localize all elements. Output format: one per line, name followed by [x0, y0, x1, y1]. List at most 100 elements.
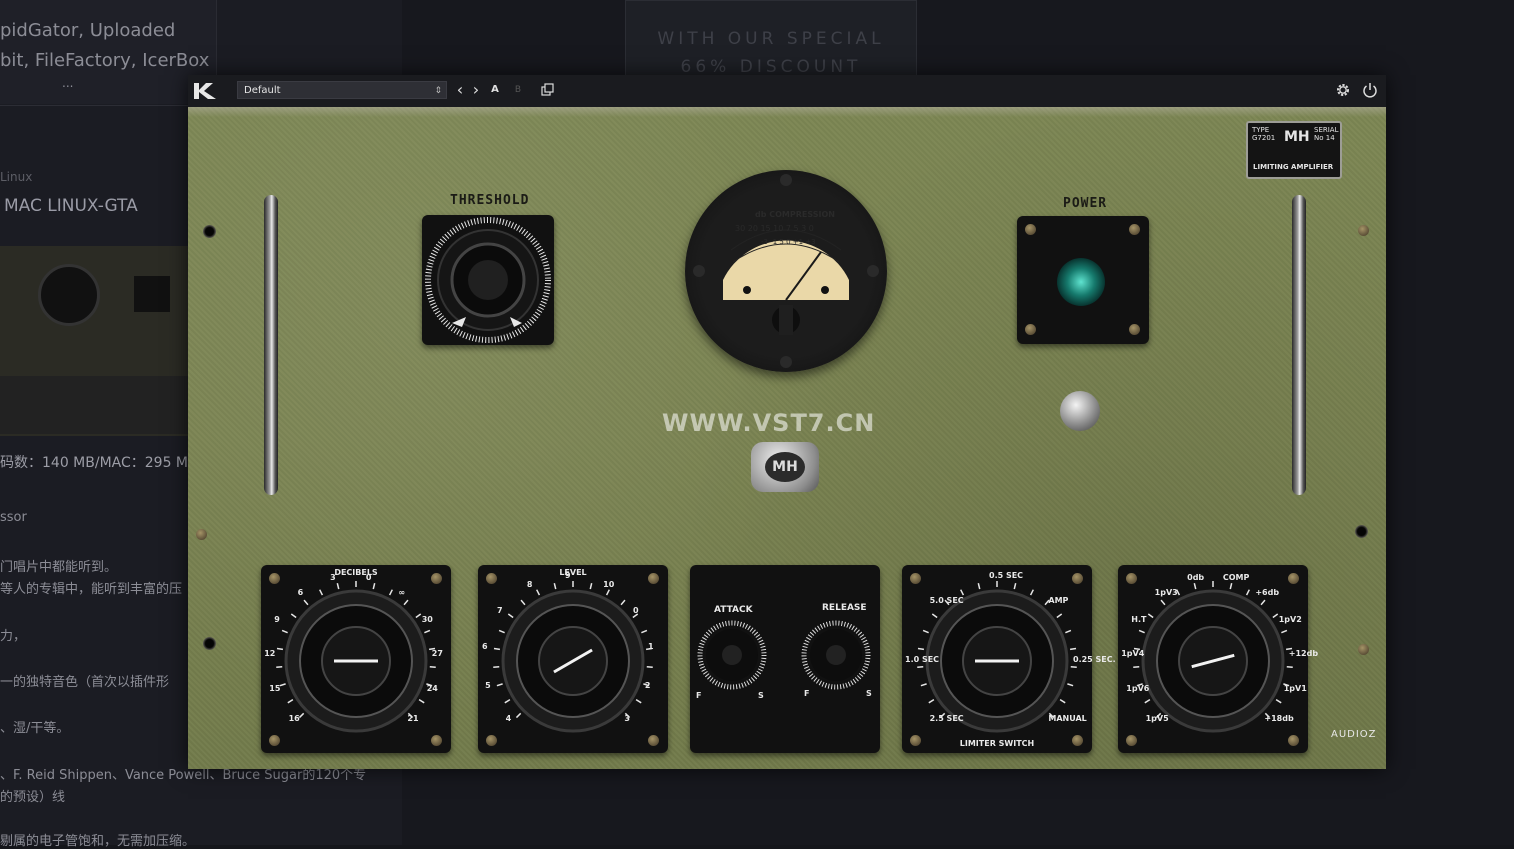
decibels-knob[interactable]: [261, 565, 451, 753]
ab-slot-b-button[interactable]: B: [512, 81, 524, 99]
screw: [1288, 573, 1299, 584]
screw: [431, 735, 442, 746]
rack-hole: [1355, 525, 1368, 538]
level-knob-plate: 456789100123LEVEL: [478, 565, 668, 753]
level-knob-scale-label: 8: [527, 580, 533, 589]
decibels-knob-scale-label: 6: [298, 588, 304, 597]
ab-slot-a-button[interactable]: A: [489, 81, 501, 99]
tone-selector-knob-scale-label: 1pV4: [1121, 649, 1144, 658]
screw: [1025, 324, 1036, 335]
copy-icon[interactable]: [541, 81, 555, 99]
kush-logo-icon: [192, 81, 218, 101]
screw: [648, 735, 659, 746]
limiter-switch-plate: 2.5 SEC1.0 SEC5.0 SEC0.5 SECAMP0.25 SEC.…: [902, 565, 1092, 753]
plate-title: LIMITING AMPLIFIER: [1253, 163, 1333, 171]
right-rack-handle: [1292, 195, 1306, 495]
attack-label: ATTACK: [714, 605, 753, 615]
limiter-switch-knob-scale-label: 5.0 SEC: [930, 596, 964, 605]
limiter-switch-knob-scale-label: 0.25 SEC.: [1073, 655, 1116, 664]
tone-selector-knob-scale-label: +6db: [1255, 588, 1279, 597]
tone-selector-knob-scale-label: 1pV5: [1146, 714, 1169, 723]
watermark-text: WWW.VST7.CN: [662, 409, 875, 437]
plate-serial-label: SERIAL: [1314, 126, 1338, 134]
tone-selector-knob[interactable]: [1118, 565, 1308, 753]
vu-meter: db COMPRESSION 30 20 15 10 7 5 3 0 -3 -1…: [685, 170, 887, 372]
bg-text-cn1: 门唱片中都能听到。: [0, 556, 117, 575]
decibels-knob-scale-label: 30: [422, 615, 433, 624]
limiter-switch-knob-scale-label: AMP: [1048, 596, 1068, 605]
thumb-knobs-strip: [0, 376, 188, 434]
decibels-knob-scale-label: 27: [432, 649, 443, 658]
preset-selector[interactable]: Default ⇕: [237, 81, 447, 99]
tone-selector-knob-scale-label: COMP: [1223, 573, 1250, 582]
level-knob-scale-label: 2: [645, 681, 651, 690]
level-knob-scale-label: 1: [648, 642, 654, 651]
bg-text-hosts-1: pidGator, Uploaded: [0, 20, 175, 41]
banner-line-1: WITH OUR SPECIAL: [626, 25, 916, 53]
limiter-switch-knob-scale-label: MANUAL: [1048, 714, 1086, 723]
level-knob-scale-label: 0: [633, 606, 639, 615]
rack-hole: [203, 637, 216, 650]
limiter-switch-knob-scale-label: 1.0 SEC: [905, 655, 939, 664]
level-knob-scale-label: 4: [506, 714, 512, 723]
decibels-knob-scale-label: 24: [427, 684, 438, 693]
bg-os-title[interactable]: MAC LINUX-GTA: [4, 196, 138, 216]
plate-type-value: G7201: [1252, 134, 1275, 142]
decibels-knob-scale-label: 21: [407, 714, 418, 723]
gear-icon[interactable]: [1334, 81, 1352, 99]
level-knob[interactable]: [478, 565, 668, 753]
discount-banner[interactable]: WITH OUR SPECIAL 66% DISCOUNT: [625, 0, 917, 82]
release-knob[interactable]: [798, 617, 874, 693]
bg-text-cn8: 剔属的电子管饱和，无需加压缩。: [0, 830, 195, 849]
power-toggle-switch[interactable]: [1060, 391, 1100, 431]
preset-value: Default: [244, 85, 281, 96]
release-fast-label: F: [804, 689, 809, 698]
screw: [1126, 573, 1137, 584]
power-label: POWER: [1063, 196, 1107, 211]
tone-selector-knob-scale-label: 1pV6: [1126, 684, 1149, 693]
power-indicator-lamp: [1057, 258, 1105, 306]
rack-hole: [203, 225, 216, 238]
attack-fast-label: F: [696, 691, 701, 700]
tone-selector-knob-scale-label: 1pV1: [1284, 684, 1307, 693]
power-lamp-plate: [1017, 216, 1149, 344]
meter-title: db COMPRESSION: [755, 210, 835, 219]
tone-selector-knob-scale-label: +12db: [1289, 649, 1318, 658]
screw: [1126, 735, 1137, 746]
level-knob-title: LEVEL: [478, 568, 668, 577]
release-label: RELEASE: [822, 603, 867, 613]
attack-knob[interactable]: [694, 617, 770, 693]
screw: [1288, 735, 1299, 746]
tone-selector-plate: 1pV51pV61pV4H.T1pV30dbCOMP+6db1pV2+12db1…: [1118, 565, 1308, 753]
plate-type-label: TYPE: [1252, 126, 1269, 134]
bg-size-text: 码数：140 MB/MAC：295 M: [0, 452, 188, 472]
thumb-power-icon: [134, 276, 170, 312]
decibels-knob-scale-label: 9: [274, 615, 280, 624]
screw: [486, 735, 497, 746]
threshold-knob-plate: [422, 215, 554, 345]
bg-os-label: Linux: [0, 170, 32, 184]
limiter-switch-knob-title: LIMITER SWITCH: [902, 739, 1092, 748]
tone-selector-knob-scale-label: 1pV2: [1279, 615, 1302, 624]
screw: [1358, 644, 1369, 655]
power-icon[interactable]: [1361, 81, 1379, 99]
level-knob-scale-label: 6: [482, 642, 488, 651]
decibels-knob-plate: 1615129630∞30272421DECIBELS: [261, 565, 451, 753]
bg-product-thumbnail[interactable]: [0, 246, 188, 436]
bg-text-hosts-2: bit, FileFactory, IcerBox: [0, 50, 209, 71]
threshold-label: THRESHOLD: [450, 193, 529, 208]
threshold-knob[interactable]: [422, 215, 554, 345]
next-preset-button[interactable]: ›: [470, 81, 482, 99]
decibels-knob-scale-label: 12: [264, 649, 275, 658]
model-id-plate: TYPE G7201 SERIAL No 14 MH LIMITING AMPL…: [1246, 121, 1342, 179]
limiter-switch-knob-scale-label: 0.5 SEC: [989, 571, 1023, 580]
plugin-window: Default ⇕ ‹ › A B THRESHOLD: [188, 75, 1386, 769]
attack-slow-label: S: [758, 691, 764, 700]
level-knob-scale-label: 5: [485, 681, 491, 690]
audioz-brandmark: AUDIOZ: [1331, 729, 1377, 740]
bg-text-cn3: 力，: [0, 625, 26, 644]
release-slow-label: S: [866, 689, 872, 698]
tone-selector-knob-scale-label: 1pV3: [1155, 588, 1178, 597]
previous-preset-button[interactable]: ‹: [454, 81, 466, 99]
background-download-box: pidGator, Uploaded bit, FileFactory, Ice…: [0, 0, 217, 104]
